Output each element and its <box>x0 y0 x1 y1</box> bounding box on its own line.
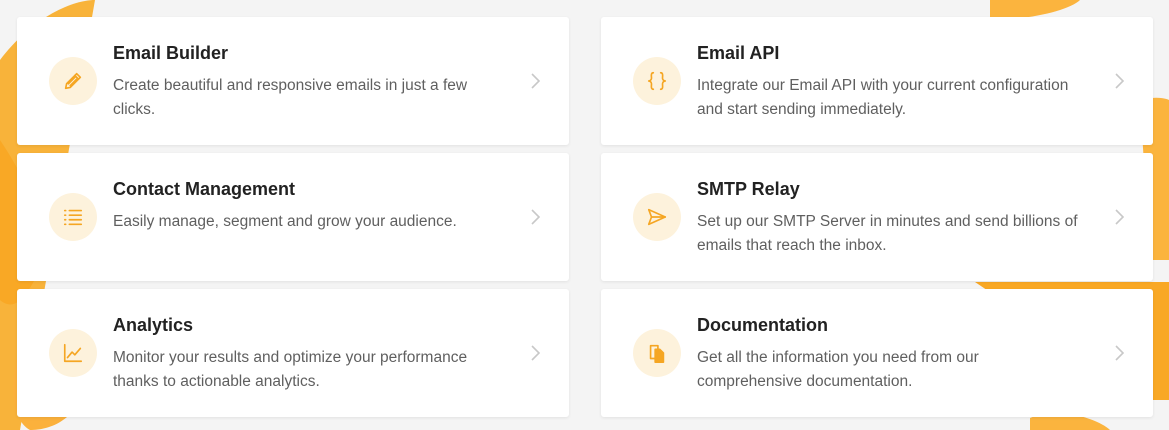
icon-badge <box>49 193 97 241</box>
card-documentation[interactable]: Documentation Get all the information yo… <box>601 289 1153 417</box>
icon-badge <box>633 193 681 241</box>
chevron-right-icon <box>531 73 541 89</box>
documents-icon <box>649 344 665 363</box>
card-smtp-relay[interactable]: SMTP Relay Set up our SMTP Server in min… <box>601 153 1153 281</box>
card-title: Email Builder <box>113 43 229 63</box>
card-title: Contact Management <box>113 179 296 199</box>
card-email-builder[interactable]: Email Builder Create beautiful and respo… <box>17 17 569 145</box>
card-description: Set up our SMTP Server in minutes and se… <box>697 213 1078 254</box>
chart-line-icon <box>63 343 83 363</box>
chevron-right-icon <box>531 209 541 225</box>
chevron-right-icon <box>1115 345 1125 361</box>
list-icon <box>63 209 83 226</box>
card-title: SMTP Relay <box>697 179 800 199</box>
features-grid: Email Builder Create beautiful and respo… <box>0 0 1169 430</box>
icon-badge <box>49 57 97 105</box>
card-title: Email API <box>697 43 780 63</box>
icon-badge <box>633 329 681 377</box>
chevron-right-icon <box>1115 209 1125 225</box>
chevron-right-icon <box>531 345 541 361</box>
send-icon <box>647 208 667 226</box>
pencil-icon <box>64 72 82 90</box>
chevron-right-icon <box>1115 73 1125 89</box>
card-email-api[interactable]: Email API Integrate our Email API with y… <box>601 17 1153 145</box>
card-description: Integrate our Email API with your curren… <box>697 77 1069 118</box>
card-description: Create beautiful and responsive emails i… <box>113 77 468 118</box>
icon-badge <box>49 329 97 377</box>
card-title: Analytics <box>113 315 194 335</box>
braces-icon <box>647 71 667 91</box>
card-description: Get all the information you need from ou… <box>697 349 979 390</box>
card-title: Documentation <box>697 315 829 335</box>
card-contact-management[interactable]: Contact Management Easily manage, segmen… <box>17 153 569 281</box>
card-analytics[interactable]: Analytics Monitor your results and optim… <box>17 289 569 417</box>
icon-badge <box>633 57 681 105</box>
card-description: Easily manage, segment and grow your aud… <box>113 213 457 230</box>
card-description: Monitor your results and optimize your p… <box>113 349 468 390</box>
